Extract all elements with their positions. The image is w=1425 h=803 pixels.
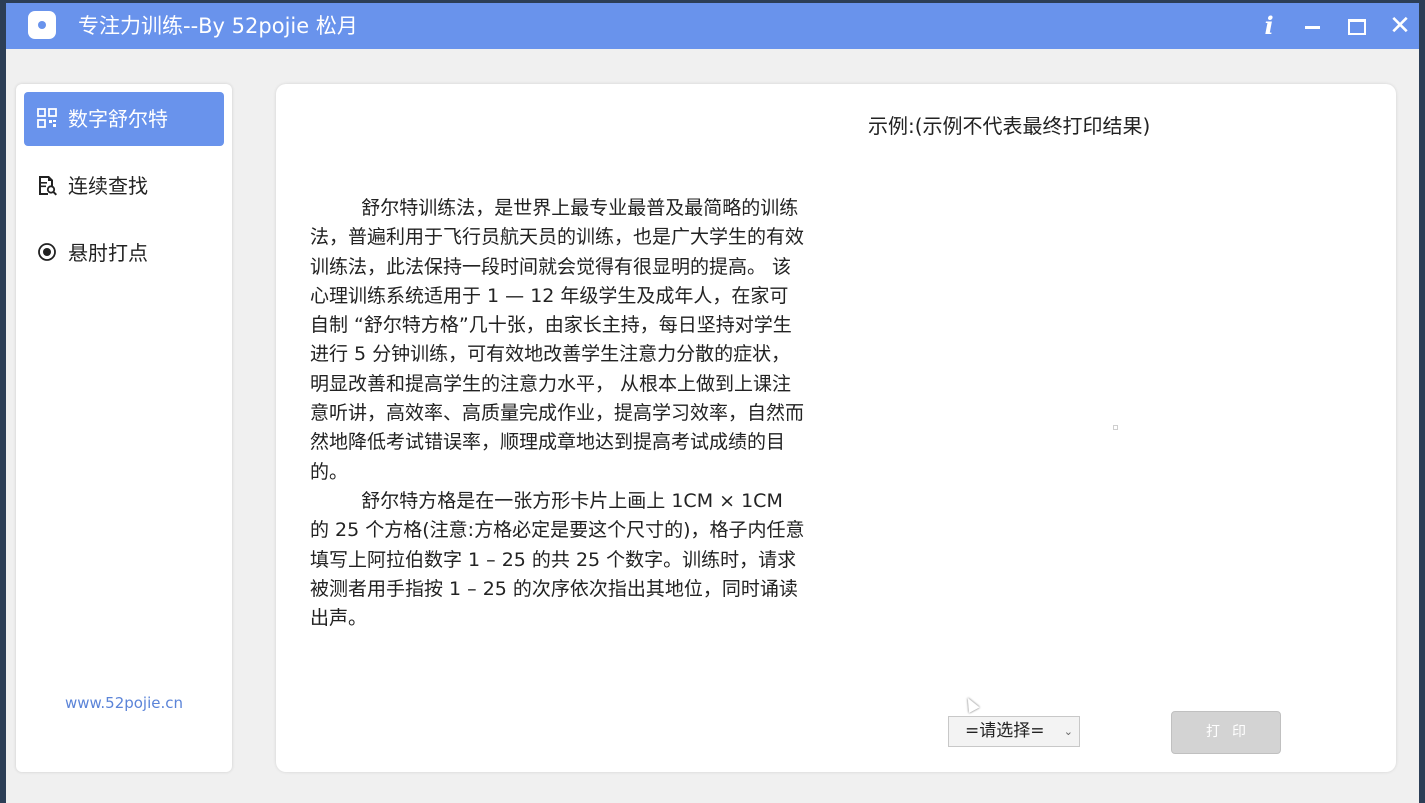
- maximize-icon: [1348, 19, 1366, 35]
- site-link[interactable]: www.52pojie.cn: [16, 694, 232, 712]
- print-button[interactable]: 打印: [1171, 711, 1281, 754]
- select-value: =请选择=: [965, 721, 1045, 741]
- target-dot-icon: [38, 243, 56, 261]
- minimize-button[interactable]: [1297, 11, 1327, 41]
- grid-icon: [37, 108, 57, 128]
- main-panel: 舒尔特训练法，是世界上最专业最普及最简略的训练法，普遍利用于飞行员航天员的训练，…: [276, 84, 1396, 772]
- chevron-down-icon: ⌄: [1063, 725, 1073, 738]
- sidebar-item-continuous-search[interactable]: 连续查找: [24, 159, 224, 213]
- example-title: 示例:(示例不代表最终打印结果): [868, 114, 1151, 138]
- sidebar-item-label: 数字舒尔特: [68, 107, 168, 131]
- sidebar-item-label: 连续查找: [68, 174, 148, 198]
- description: 舒尔特训练法，是世界上最专业最普及最简略的训练法，普遍利用于飞行员航天员的训练，…: [310, 194, 806, 633]
- app-logo-icon: [28, 11, 56, 39]
- mouse-cursor-icon: [962, 695, 980, 713]
- app-window: 专注力训练--By 52pojie 松月 i ✕ 数字舒尔特 连续查找 悬肘打点…: [6, 3, 1419, 803]
- description-paragraph: 舒尔特训练法，是世界上最专业最普及最简略的训练法，普遍利用于飞行员航天员的训练，…: [310, 197, 805, 483]
- title-bar[interactable]: 专注力训练--By 52pojie 松月 i ✕: [6, 3, 1419, 49]
- example-preview: [1113, 425, 1118, 430]
- grid-size-select[interactable]: =请选择= ⌄: [948, 716, 1080, 747]
- maximize-button[interactable]: [1341, 11, 1371, 41]
- window-title: 专注力训练--By 52pojie 松月: [78, 14, 358, 38]
- document-search-icon: [39, 176, 58, 196]
- sidebar: 数字舒尔特 连续查找 悬肘打点 www.52pojie.cn: [16, 84, 232, 772]
- info-button[interactable]: i: [1254, 11, 1284, 41]
- description-paragraph: 舒尔特方格是在一张方形卡片上画上 1CM × 1CM 的 25 个方格(注意:方…: [310, 489, 805, 630]
- sidebar-item-label: 悬肘打点: [68, 241, 148, 265]
- minimize-icon: [1305, 26, 1320, 29]
- sidebar-item-elbow-dotting[interactable]: 悬肘打点: [24, 226, 224, 280]
- close-button[interactable]: ✕: [1385, 11, 1415, 41]
- sidebar-item-schulte-digits[interactable]: 数字舒尔特: [24, 92, 224, 146]
